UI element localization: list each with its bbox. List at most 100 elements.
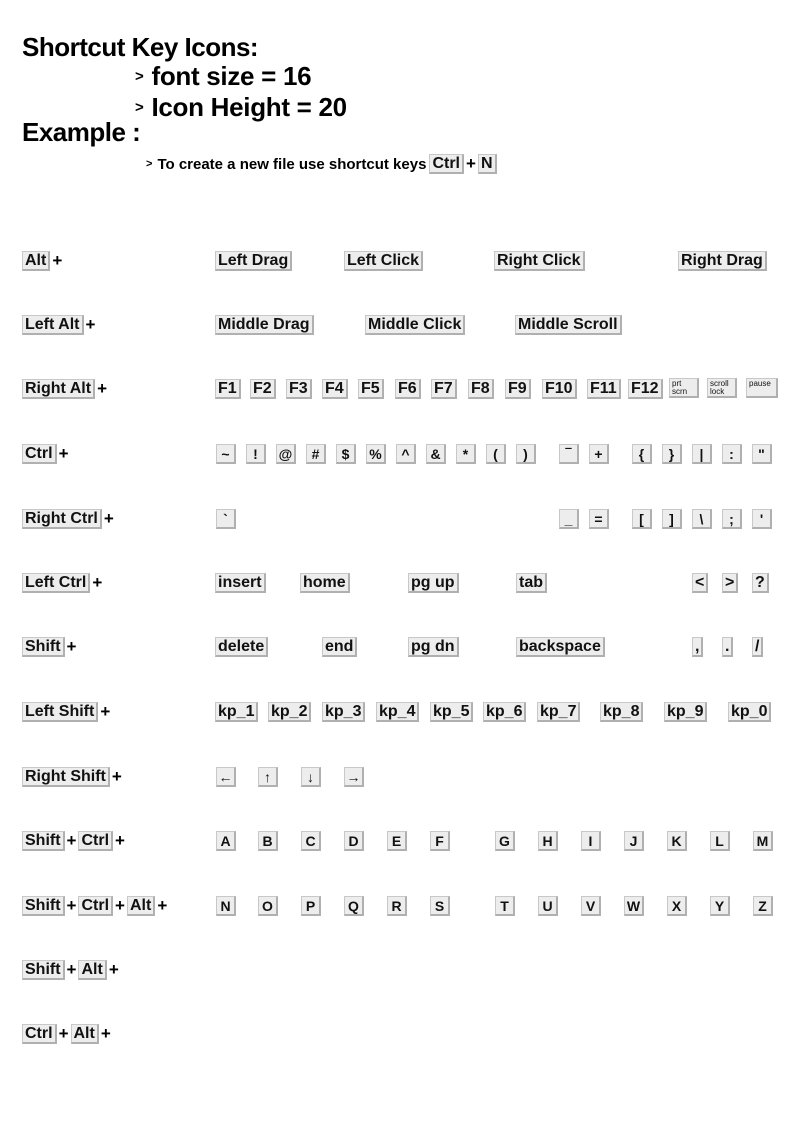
example-line: > To create a new file use shortcut keys… <box>146 154 497 174</box>
key-symbol: $ <box>336 444 356 464</box>
key-delete: delete <box>215 637 269 657</box>
key-symbol: ← <box>216 767 236 787</box>
key-z: Z <box>753 896 773 916</box>
key-f3: F3 <box>286 379 312 399</box>
key-kp-5: kp_5 <box>430 702 474 722</box>
key-kp-4: kp_4 <box>376 702 420 722</box>
key-i: I <box>581 831 601 851</box>
key-symbol: : <box>722 444 742 464</box>
plus-sign: + <box>66 831 77 850</box>
key-kp-2: kp_2 <box>268 702 312 722</box>
key-symbol: ? <box>752 573 769 593</box>
key-f5: F5 <box>358 379 384 399</box>
plus-sign: + <box>466 154 476 173</box>
key-tab: tab <box>516 573 547 593</box>
bullet-marker: > <box>146 158 153 170</box>
key-right-click: Right Click <box>494 251 585 271</box>
key-kp-0: kp_0 <box>728 702 772 722</box>
page-title: Shortcut Key Icons: <box>22 32 259 62</box>
key-left-shift: Left Shift <box>22 702 99 722</box>
key-b: B <box>258 831 278 851</box>
key-alt: Alt <box>78 960 107 980</box>
plus-sign: + <box>100 702 111 721</box>
key-symbol: " <box>752 444 772 464</box>
key-n: N <box>216 896 236 916</box>
key-symbol: ‾ <box>559 444 579 464</box>
key-symbol: ! <box>246 444 266 464</box>
bullet-font-size: > font size = 16 <box>135 63 312 89</box>
modifier-combo: Left Alt + <box>22 314 97 336</box>
modifier-combo: Left Shift + <box>22 701 112 723</box>
key-t: T <box>495 896 515 916</box>
key-home: home <box>300 573 350 593</box>
key-r: R <box>387 896 407 916</box>
plus-sign: + <box>115 831 125 850</box>
modifier-combo: Left Ctrl + <box>22 572 104 594</box>
key-pg-dn: pg dn <box>408 637 459 657</box>
key-f12: F12 <box>628 379 663 399</box>
key-symbol: ` <box>216 509 236 529</box>
key-ctrl: Ctrl <box>78 896 114 916</box>
key-e: E <box>387 831 407 851</box>
modifier-combo: Alt + <box>22 250 64 272</box>
plus-sign: + <box>52 251 63 270</box>
key-symbol: ] <box>662 509 682 529</box>
key-shift: Shift <box>22 960 65 980</box>
plus-sign: + <box>66 896 77 915</box>
key-symbol: > <box>722 573 739 593</box>
key-backspace: backspace <box>516 637 605 657</box>
key-h: H <box>538 831 558 851</box>
modifier-combo: Shift + Ctrl + <box>22 830 127 852</box>
key-symbol: _ <box>559 509 579 529</box>
bullet-icon-height: > Icon Height = 20 <box>135 94 347 120</box>
key-symbol: # <box>306 444 326 464</box>
key-n: N <box>477 154 497 174</box>
key-u: U <box>538 896 558 916</box>
key-shift: Shift <box>22 896 65 916</box>
plus-sign: + <box>58 444 69 463</box>
key-c: C <box>301 831 321 851</box>
key-kp-8: kp_8 <box>600 702 644 722</box>
key-o: O <box>258 896 278 916</box>
key-ctrl: Ctrl <box>429 154 464 174</box>
key-symbol: . <box>722 637 734 657</box>
key-symbol: | <box>692 444 712 464</box>
plus-sign: + <box>100 1024 111 1043</box>
key-kp-9: kp_9 <box>664 702 708 722</box>
key-x: X <box>667 896 687 916</box>
key-f2: F2 <box>250 379 276 399</box>
key-left-drag: Left Drag <box>215 251 293 271</box>
key-j: J <box>624 831 644 851</box>
key-middle-click: Middle Click <box>365 315 466 335</box>
key-symbol: \ <box>692 509 712 529</box>
key-right-alt: Right Alt <box>22 379 96 399</box>
key-symbol: ' <box>752 509 772 529</box>
key-y: Y <box>710 896 730 916</box>
plus-sign: + <box>66 637 77 656</box>
key-symbol: [ <box>632 509 652 529</box>
key-symbol: ^ <box>396 444 416 464</box>
bullet-text: Icon Height = 20 <box>151 92 347 122</box>
key-symbol: % <box>366 444 386 464</box>
key-prt-scrn: prt scrn <box>669 378 699 398</box>
key-pg-up: pg up <box>408 573 459 593</box>
key-symbol: / <box>752 637 764 657</box>
key-q: Q <box>344 896 364 916</box>
key-symbol: ( <box>486 444 506 464</box>
modifier-combo: Right Ctrl + <box>22 508 116 530</box>
key-left-click: Left Click <box>344 251 424 271</box>
bullet-marker: > <box>135 68 144 85</box>
key-pause: pause <box>746 378 778 398</box>
key-f10: F10 <box>542 379 577 399</box>
key-scroll-lock: scroll lock <box>707 378 737 398</box>
key-middle-drag: Middle Drag <box>215 315 314 335</box>
key-right-shift: Right Shift <box>22 767 110 787</box>
key-symbol: { <box>632 444 652 464</box>
modifier-combo: Ctrl + <box>22 443 71 465</box>
modifier-combo: Shift + Ctrl + Alt + <box>22 895 169 917</box>
modifier-combo: Ctrl + Alt + <box>22 1023 113 1045</box>
key-ctrl: Ctrl <box>78 831 114 851</box>
plus-sign: + <box>157 896 168 915</box>
key-f11: F11 <box>587 379 621 399</box>
key-kp-1: kp_1 <box>215 702 259 722</box>
